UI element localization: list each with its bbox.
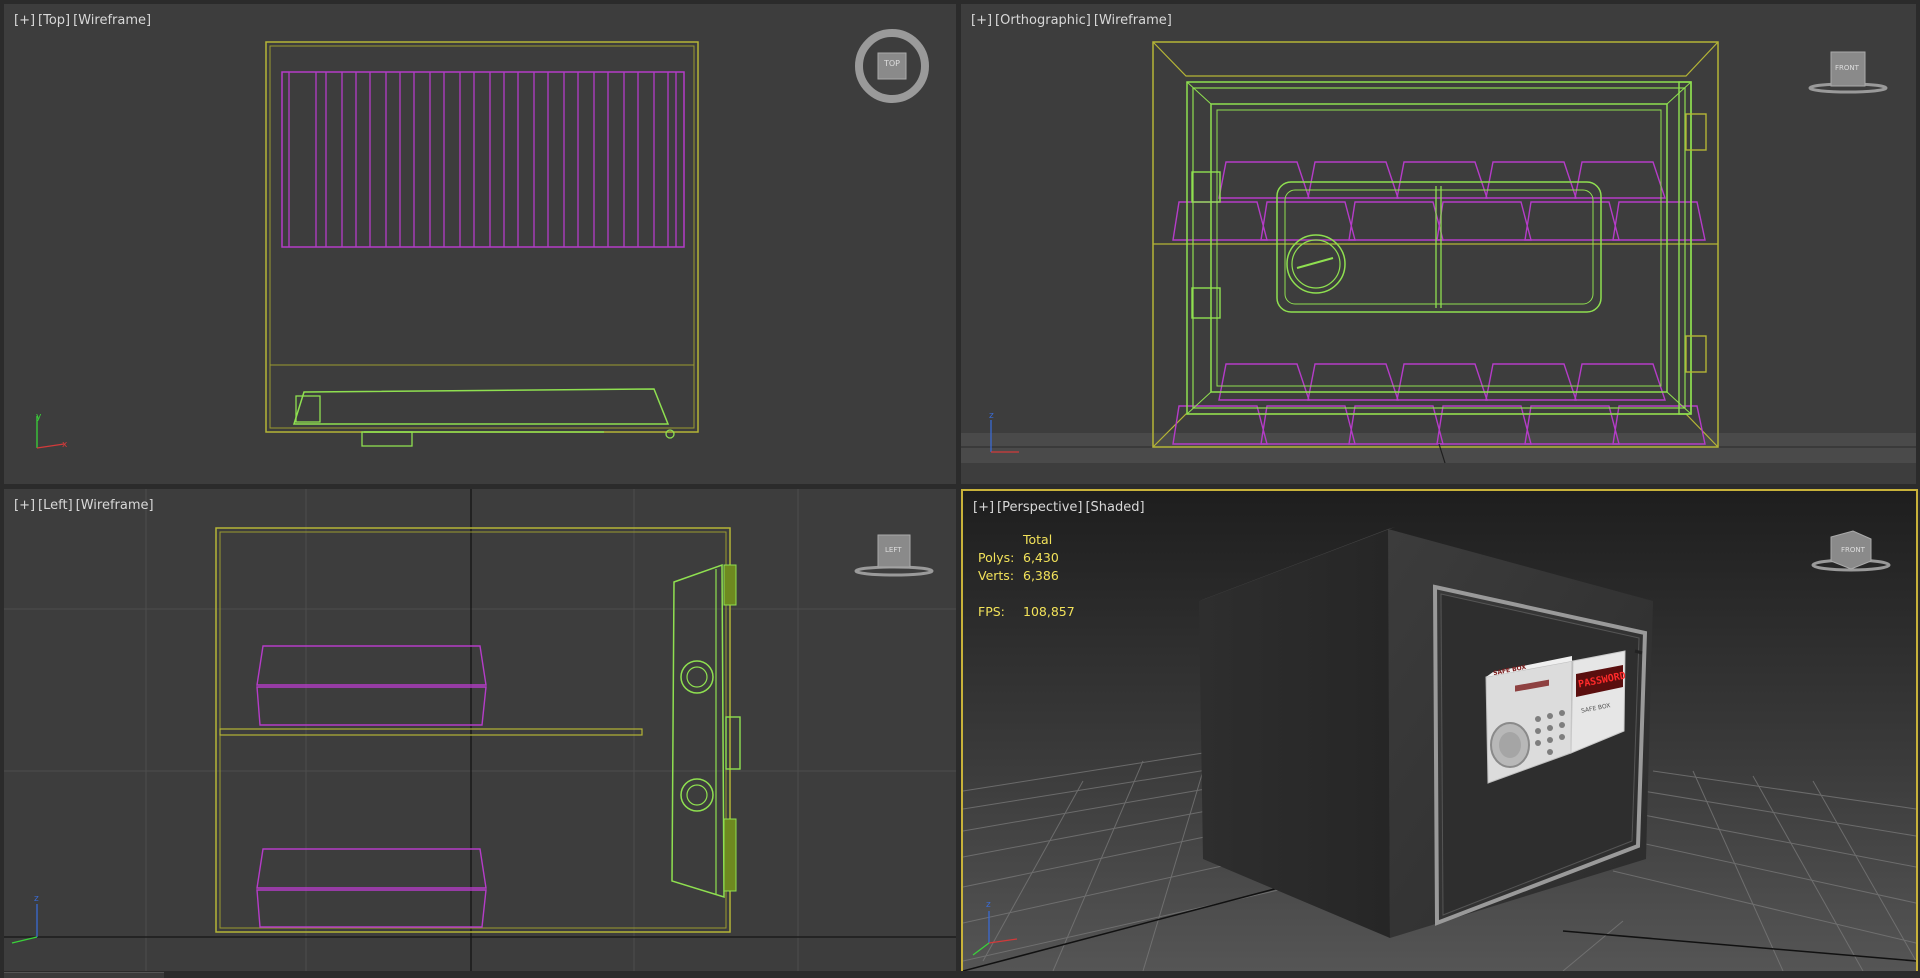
gold-bars-row-bottom bbox=[1172, 363, 1706, 445]
axis-z-label: z bbox=[34, 894, 39, 904]
viewport-menu[interactable]: [+] bbox=[14, 498, 35, 513]
status-bar bbox=[0, 971, 1920, 978]
view-type[interactable]: [Orthographic] bbox=[995, 13, 1091, 28]
hinge-top bbox=[295, 395, 321, 423]
viewport-front[interactable]: [+] [Orthographic] [Wireframe] FRONT z bbox=[961, 4, 1916, 484]
view-type[interactable]: [Left] bbox=[38, 498, 73, 513]
gold-bars-row-top bbox=[1172, 161, 1706, 241]
safe-body-inner bbox=[269, 45, 695, 429]
viewport-left[interactable]: [+] [Left] [Wireframe] LEFT z bbox=[4, 489, 956, 971]
hinge-lower bbox=[1191, 287, 1221, 319]
axis-z-label: z bbox=[989, 411, 994, 421]
hinge-round-lower bbox=[680, 778, 714, 812]
viewcube-left-label: LEFT bbox=[885, 546, 902, 554]
viewport-menu[interactable]: [+] bbox=[973, 500, 994, 515]
time-slider[interactable] bbox=[4, 972, 164, 978]
axis-x-line bbox=[36, 443, 65, 449]
axis-z-label: z bbox=[986, 900, 991, 910]
latch-upper bbox=[1685, 113, 1707, 151]
fps-label: FPS: bbox=[978, 604, 1005, 619]
shading-mode[interactable]: [Wireframe] bbox=[1094, 13, 1172, 28]
shading-mode[interactable]: [Shaded] bbox=[1085, 500, 1144, 515]
door-top-outline bbox=[292, 388, 670, 425]
top-view-canvas bbox=[36, 29, 929, 449]
safe-body-outline bbox=[265, 41, 699, 433]
verts-value: 6,386 bbox=[1023, 568, 1059, 583]
viewport-perspective[interactable]: [+] [Perspective] [Shaded] Total Polys: 6,4… bbox=[961, 489, 1918, 973]
keypad-top bbox=[361, 431, 413, 447]
shelf bbox=[219, 728, 643, 736]
axis-y-label: y bbox=[36, 412, 42, 422]
door-inner bbox=[1210, 103, 1668, 393]
polys-label: Polys: bbox=[978, 550, 1015, 565]
viewcube-top-label: TOP bbox=[884, 59, 901, 68]
knob-top bbox=[665, 429, 675, 439]
left-view-canvas bbox=[4, 489, 956, 971]
grid-lines bbox=[4, 489, 956, 971]
latch-upper bbox=[723, 564, 737, 606]
viewcube-perspective-label: FRONT bbox=[1841, 546, 1865, 554]
stats-header: Total bbox=[1023, 532, 1053, 547]
statistics-overlay: Total Polys: 6,430 Verts: 6,386 FPS: 108,85… bbox=[978, 531, 1075, 621]
polys-value: 6,430 bbox=[1023, 550, 1059, 565]
viewport-top-label[interactable]: [+] [Top] [Wireframe] bbox=[14, 13, 154, 28]
view-type[interactable]: [Perspective] bbox=[997, 500, 1082, 515]
viewport-top[interactable]: [+] [Top] [Wireframe] TOP y x bbox=[4, 4, 956, 484]
hinge-round-upper bbox=[680, 660, 714, 694]
latch-lower bbox=[723, 818, 737, 892]
viewport-menu[interactable]: [+] bbox=[971, 13, 992, 28]
shading-mode[interactable]: [Wireframe] bbox=[73, 13, 151, 28]
latch-lower bbox=[1685, 335, 1707, 373]
axis-x-label: x bbox=[62, 440, 68, 450]
safe-side-outline bbox=[215, 527, 731, 933]
viewcube-front-label: FRONT bbox=[1835, 64, 1859, 72]
keypad-side bbox=[725, 716, 741, 770]
gold-bars-side bbox=[256, 645, 487, 928]
gold-bars-dividers bbox=[288, 72, 677, 247]
view-type[interactable]: [Top] bbox=[38, 13, 70, 28]
viewport-perspective-label[interactable]: [+] [Perspective] [Shaded] bbox=[973, 500, 1148, 515]
perspective-view-canvas bbox=[963, 491, 1916, 971]
shading-mode[interactable]: [Wireframe] bbox=[76, 498, 154, 513]
viewport-front-label[interactable]: [+] [Orthographic] [Wireframe] bbox=[971, 13, 1175, 28]
viewport-menu[interactable]: [+] bbox=[14, 13, 35, 28]
verts-label: Verts: bbox=[978, 568, 1015, 583]
hinge-upper bbox=[1191, 171, 1221, 203]
viewport-left-label[interactable]: [+] [Left] [Wireframe] bbox=[14, 498, 157, 513]
front-view-canvas bbox=[961, 41, 1916, 464]
fps-value: 108,857 bbox=[1023, 604, 1075, 619]
